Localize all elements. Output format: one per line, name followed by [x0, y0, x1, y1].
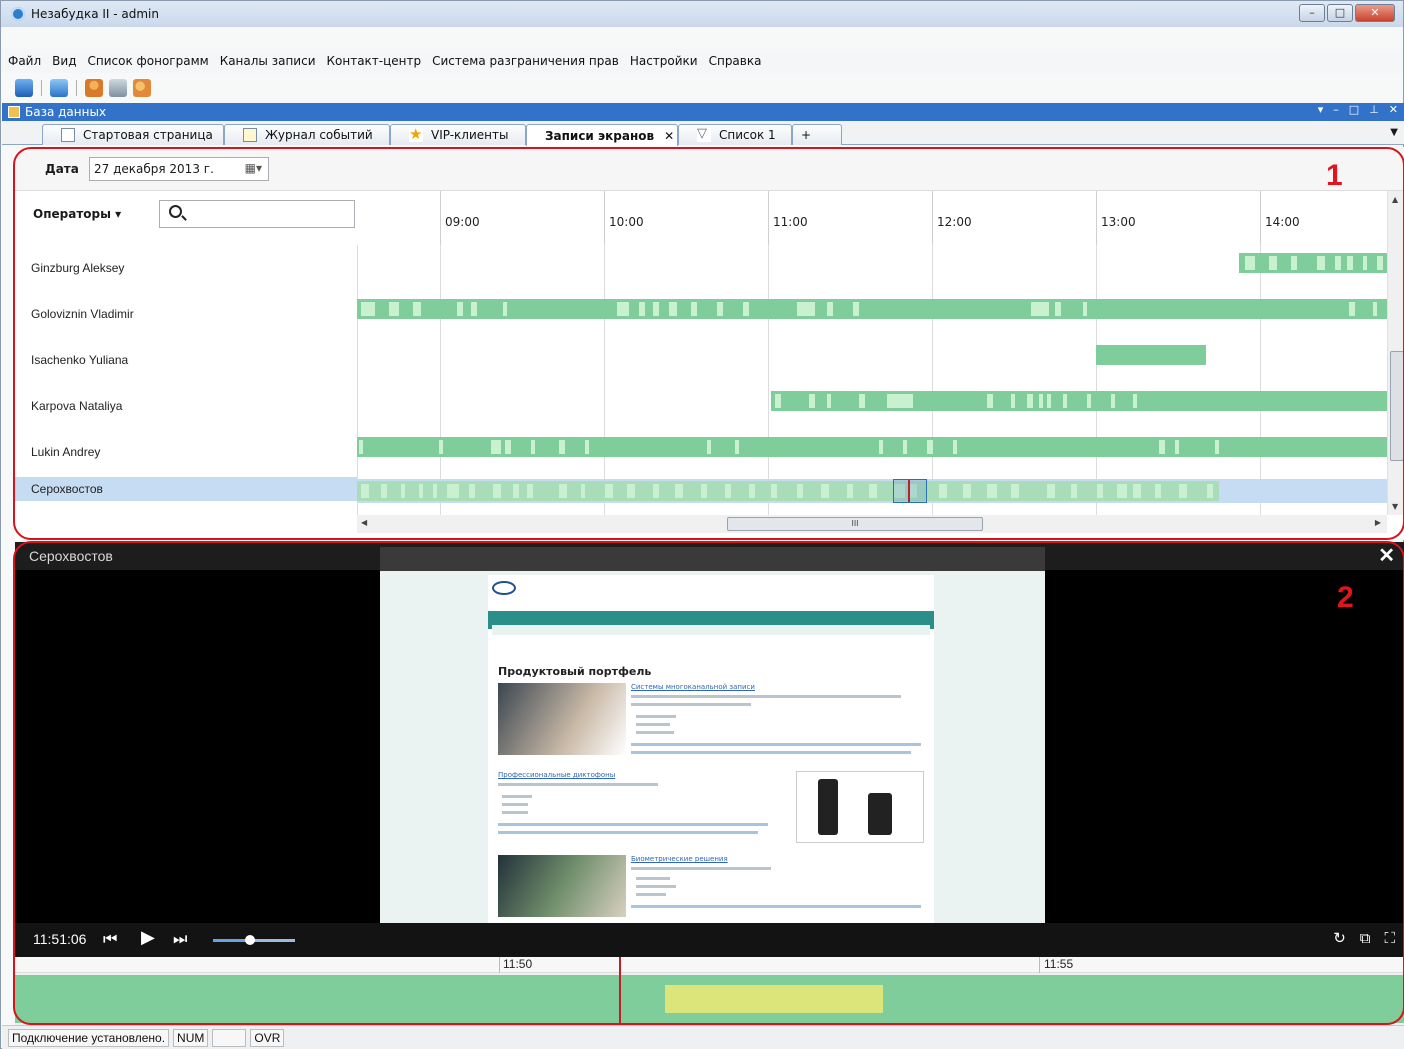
journal-icon — [243, 128, 257, 142]
tab-vip-clients[interactable]: ★ VIP-клиенты — [390, 124, 526, 145]
tab-start-page[interactable]: Стартовая страница — [42, 124, 224, 145]
tab-label: Записи экранов — [545, 128, 655, 143]
minimize-button[interactable]: – — [1299, 4, 1325, 22]
tab-screen-recordings[interactable]: Записи экранов ✕ — [526, 124, 678, 146]
menu-bar: Файл Вид Список фонограмм Каналы записи … — [1, 49, 1403, 73]
dock-restore-button[interactable]: □ — [1349, 103, 1359, 116]
caps-indicator — [212, 1028, 247, 1047]
tab-add[interactable]: + — [792, 124, 842, 145]
user-icon[interactable] — [85, 79, 103, 97]
filter-icon: ▽ — [697, 127, 711, 142]
dock-panel-header: База данных ▾ – □ ⊥ ✕ — [2, 103, 1404, 121]
dock-menu-button[interactable]: ▾ — [1318, 103, 1324, 116]
menu-access-control[interactable]: Система разграничения прав — [431, 54, 620, 68]
tab-label: Стартовая страница — [83, 128, 213, 142]
annotation-frame-2 — [13, 541, 1404, 1025]
menu-view[interactable]: Вид — [51, 54, 77, 68]
dock-minimize-button[interactable]: – — [1333, 103, 1339, 116]
database-icon — [8, 106, 20, 118]
menu-contact-center[interactable]: Контакт-центр — [326, 54, 423, 68]
title-bar: Незабудка II - admin – □ ✕ — [1, 1, 1403, 27]
add-tab-icon: + — [801, 128, 812, 142]
close-button[interactable]: ✕ — [1355, 4, 1395, 22]
menu-settings[interactable]: Настройки — [629, 54, 699, 68]
form-icon[interactable] — [50, 79, 68, 97]
monitor-icon[interactable] — [15, 79, 33, 97]
tab-label: Журнал событий — [265, 128, 373, 142]
dock-title: База данных — [25, 105, 107, 119]
menu-recordings[interactable]: Список фонограмм — [86, 54, 209, 68]
connection-status: Подключение установлено. — [8, 1028, 170, 1047]
tab-label: VIP-клиенты — [431, 128, 509, 142]
tabs-dropdown-icon[interactable]: ▼ — [1390, 127, 1398, 138]
start-page-icon — [61, 128, 75, 142]
menu-file[interactable]: Файл — [7, 54, 42, 68]
users-icon[interactable] — [133, 79, 151, 97]
maximize-button[interactable]: □ — [1327, 4, 1353, 22]
dock-pin-button[interactable]: ⊥ — [1369, 103, 1379, 116]
tab-label: Список 1 — [719, 128, 776, 142]
status-bar: Подключение установлено. NUM OVR — [2, 1025, 1404, 1049]
ovr-indicator: OVR — [250, 1028, 285, 1047]
toolbar — [1, 75, 201, 101]
tab-close-icon[interactable]: ✕ — [664, 129, 674, 143]
menu-help[interactable]: Справка — [708, 54, 763, 68]
dock-close-button[interactable]: ✕ — [1389, 103, 1398, 116]
tab-event-log[interactable]: Журнал событий — [224, 124, 390, 145]
annotation-number-1: 1 — [1326, 159, 1343, 192]
window-title: Незабудка II - admin — [31, 7, 159, 21]
main-window: Незабудка II - admin – □ ✕ Файл Вид Спис… — [0, 0, 1404, 1049]
tab-list-1[interactable]: ▽ Список 1 — [678, 124, 792, 145]
annotation-number-2: 2 — [1337, 581, 1354, 614]
annotation-frame-1 — [13, 147, 1404, 540]
menu-channels[interactable]: Каналы записи — [219, 54, 317, 68]
num-lock-indicator: NUM — [173, 1028, 209, 1047]
tab-strip: Стартовая страница Журнал событий ★ VIP-… — [2, 121, 1404, 146]
app-icon — [11, 7, 25, 21]
network-icon[interactable] — [109, 79, 127, 97]
star-icon: ★ — [409, 125, 423, 143]
